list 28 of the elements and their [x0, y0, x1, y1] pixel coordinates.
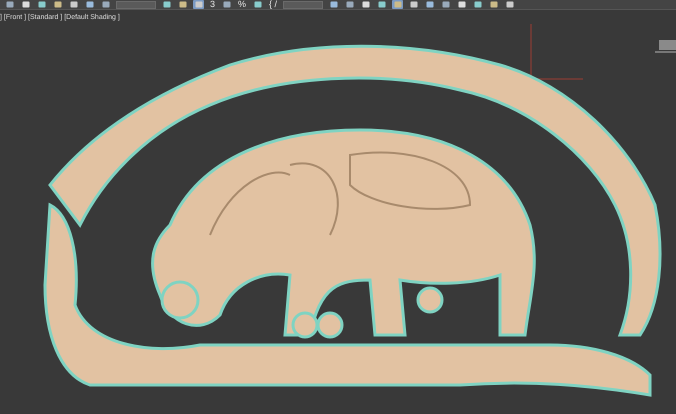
toolbar-icon[interactable]	[100, 0, 111, 9]
toolbar-symbol[interactable]: %	[237, 0, 248, 9]
toolbar-icon[interactable]	[392, 0, 404, 9]
cube-icon[interactable]	[655, 40, 676, 54]
toolbar-icon[interactable]	[161, 0, 172, 9]
toolbar-icon[interactable]	[504, 0, 516, 9]
toolbar-icon[interactable]	[68, 0, 79, 9]
toolbar-icon[interactable]	[472, 0, 484, 9]
toolbar-icon[interactable]	[36, 0, 47, 9]
toolbar-icon[interactable]	[488, 0, 500, 9]
toolbar-icon[interactable]	[4, 0, 15, 9]
toolbar-icon[interactable]	[177, 0, 188, 9]
viewport-corner-marker	[530, 24, 584, 80]
toolbar-icon[interactable]	[440, 0, 452, 9]
toolbar-symbol[interactable]: 3	[209, 0, 216, 9]
toolbar-icon[interactable]	[344, 0, 356, 9]
toolbar-icon[interactable]	[456, 0, 468, 9]
toolbar-icon[interactable]	[20, 0, 31, 9]
toolbar-icon[interactable]	[360, 0, 372, 9]
toolbar-symbol[interactable]: { /	[268, 0, 278, 9]
toolbar-icon[interactable]	[221, 0, 232, 9]
toolbar-icon[interactable]	[252, 0, 264, 9]
toolbar-icon[interactable]	[52, 0, 63, 9]
toolbar-icon[interactable]	[408, 0, 420, 9]
toolbar-icon[interactable]	[328, 0, 340, 9]
toolbar-icon[interactable]	[376, 0, 388, 9]
toolbar-icon[interactable]	[424, 0, 436, 9]
toolbar-icon[interactable]	[84, 0, 95, 9]
